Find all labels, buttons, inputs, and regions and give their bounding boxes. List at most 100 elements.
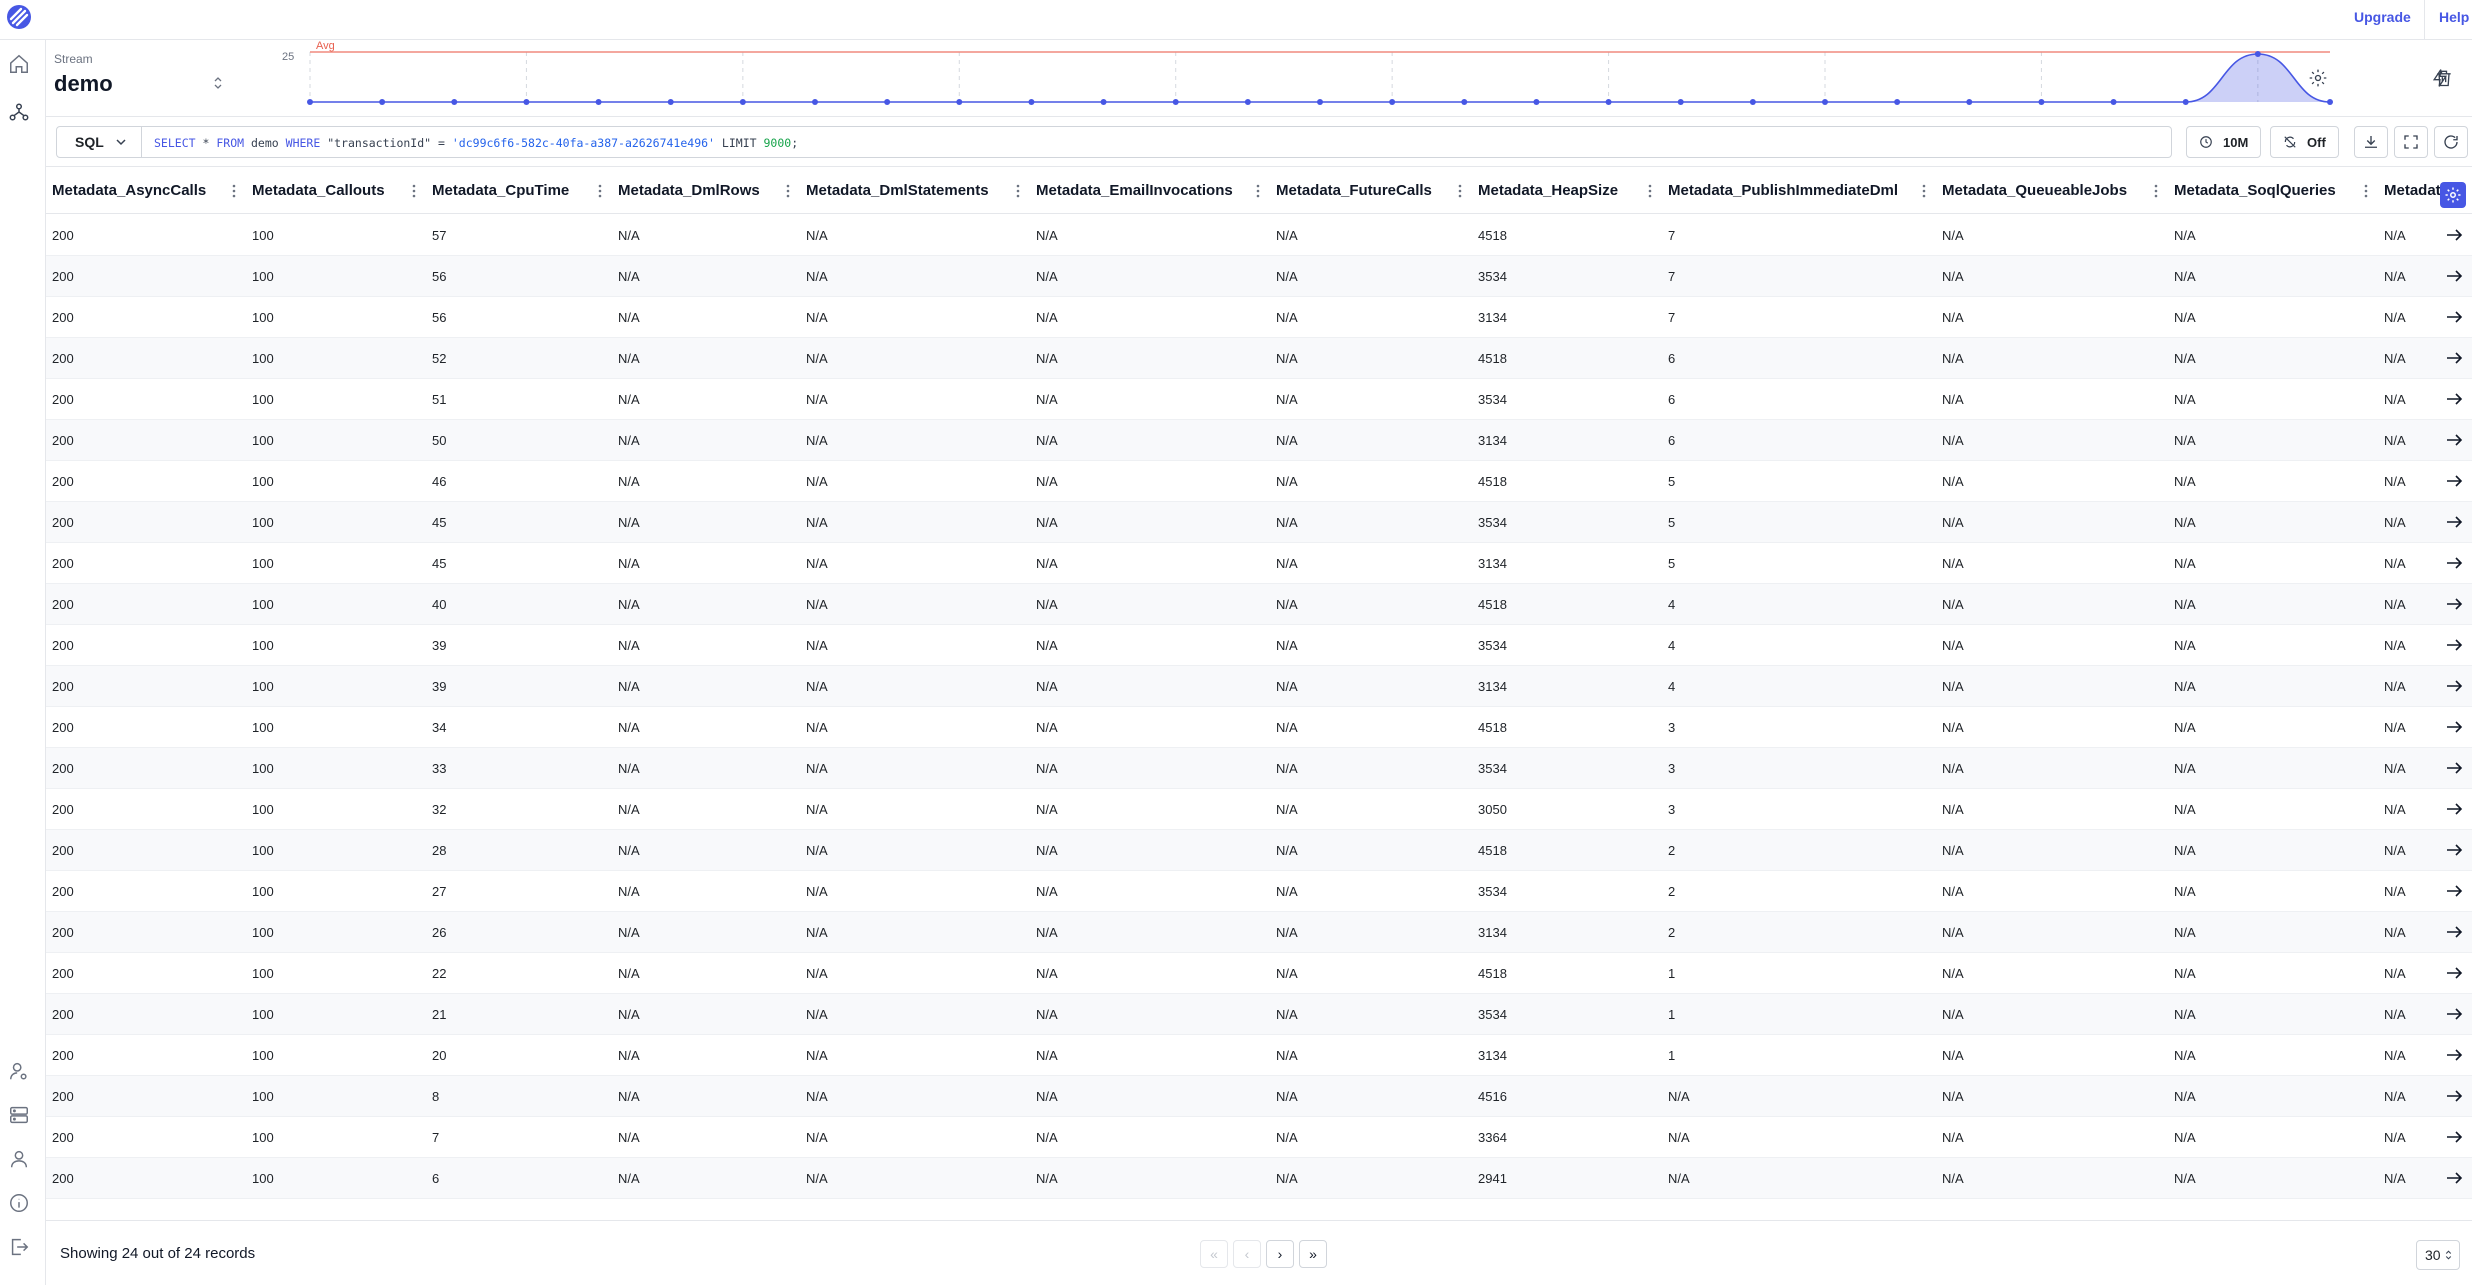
chart-point[interactable] [1028,99,1035,105]
column-header[interactable]: Metadata_DmlStatements [800,167,1030,214]
chart-point[interactable] [956,99,963,105]
chart-point[interactable] [523,99,530,105]
row-expand-arrow-icon[interactable] [2444,758,2464,778]
column-menu-icon[interactable] [1458,183,1462,199]
row-expand-arrow-icon[interactable] [2444,1045,2464,1065]
row-expand-arrow-icon[interactable] [2444,430,2464,450]
column-menu-icon[interactable] [232,183,236,199]
chevron-updown-icon[interactable] [212,76,224,90]
stream-settings-button[interactable] [2302,62,2334,94]
column-menu-icon[interactable] [1922,183,1926,199]
table-row[interactable]: 200 100 57 N/A N/A N/A N/A 4518 7 N/A N/A N/A [46,215,2472,256]
column-menu-icon[interactable] [412,183,416,199]
column-header[interactable]: Metadata_DmlRows [612,167,800,214]
row-expand-arrow-icon[interactable] [2444,553,2464,573]
chart-point[interactable] [451,99,458,105]
table-row[interactable]: 200 100 56 N/A N/A N/A N/A 3534 7 N/A N/A N/A [46,256,2472,297]
table-row[interactable]: 200 100 51 N/A N/A N/A N/A 3534 6 N/A N/A N/A [46,379,2472,420]
row-expand-arrow-icon[interactable] [2444,717,2464,737]
chart-point[interactable] [379,99,386,105]
table-row[interactable]: 200 100 39 N/A N/A N/A N/A 3534 4 N/A N/A N/A [46,625,2472,666]
chart-point[interactable] [884,99,891,105]
chart-point[interactable] [667,99,674,105]
user-settings-icon[interactable] [8,1060,30,1082]
download-button[interactable] [2354,126,2388,158]
row-expand-arrow-icon[interactable] [2444,1086,2464,1106]
chart-point[interactable] [2038,99,2045,105]
table-row[interactable]: 200 100 21 N/A N/A N/A N/A 3534 1 N/A N/A N/A [46,994,2472,1035]
chart-point[interactable] [1244,99,1251,105]
row-expand-arrow-icon[interactable] [2444,594,2464,614]
table-row[interactable]: 200 100 52 N/A N/A N/A N/A 4518 6 N/A N/A N/A [46,338,2472,379]
column-header[interactable]: Metadata_SoqlQueries [2168,167,2378,214]
row-expand-arrow-icon[interactable] [2444,963,2464,983]
chart-point[interactable] [2182,99,2189,105]
row-expand-arrow-icon[interactable] [2444,635,2464,655]
chart-point[interactable] [2110,99,2117,105]
table-row[interactable]: 200 100 33 N/A N/A N/A N/A 3534 3 N/A N/A N/A [46,748,2472,789]
row-expand-arrow-icon[interactable] [2444,1168,2464,1188]
chart-point[interactable] [595,99,602,105]
row-expand-arrow-icon[interactable] [2444,512,2464,532]
chart-point[interactable] [1533,99,1540,105]
chart-point[interactable] [1677,99,1684,105]
table-row[interactable]: 200 100 26 N/A N/A N/A N/A 3134 2 N/A N/A N/A [46,912,2472,953]
chart-point[interactable] [1461,99,1468,105]
info-icon[interactable] [8,1192,30,1214]
time-range-button[interactable]: 10M [2186,126,2262,158]
table-row[interactable]: 200 100 46 N/A N/A N/A N/A 4518 5 N/A N/A N/A [46,461,2472,502]
query-mode-select[interactable]: SQL [56,126,142,158]
table-row[interactable]: 200 100 7 N/A N/A N/A N/A 3364 N/A N/A N/A N/A [46,1117,2472,1158]
per-page-select[interactable]: 30 [2416,1240,2460,1270]
row-expand-arrow-icon[interactable] [2444,840,2464,860]
logout-icon[interactable] [8,1236,30,1258]
next-page-button[interactable]: › [1266,1240,1294,1268]
table-row[interactable]: 200 100 45 N/A N/A N/A N/A 3534 5 N/A N/A N/A [46,502,2472,543]
previous-page-button[interactable]: ‹ [1233,1240,1261,1268]
last-page-button[interactable]: » [1299,1240,1327,1268]
stream-info-button[interactable] [2466,62,2472,94]
table-row[interactable]: 200 100 6 N/A N/A N/A N/A 2941 N/A N/A N/A N/A [46,1158,2472,1199]
column-header[interactable]: Metadata_PublishImmediateDml [1662,167,1936,214]
stream-selector[interactable]: demo [54,71,113,97]
event-histogram-chart[interactable]: 25 Avg [226,40,2356,117]
column-menu-icon[interactable] [1016,183,1020,199]
chart-point[interactable] [1894,99,1901,105]
sql-query-input[interactable]: SELECT * FROM demo WHERE "transactionId"… [142,126,2172,158]
column-menu-icon[interactable] [2364,183,2368,199]
row-expand-arrow-icon[interactable] [2444,1004,2464,1024]
home-icon[interactable] [8,53,30,75]
row-expand-arrow-icon[interactable] [2444,225,2464,245]
chart-point[interactable] [1172,99,1179,105]
table-row[interactable]: 200 100 32 N/A N/A N/A N/A 3050 3 N/A N/A N/A [46,789,2472,830]
column-menu-icon[interactable] [598,183,602,199]
chart-point[interactable] [2327,99,2333,105]
row-expand-arrow-icon[interactable] [2444,348,2464,368]
table-row[interactable]: 200 100 8 N/A N/A N/A N/A 4516 N/A N/A N/A N/A [46,1076,2472,1117]
table-row[interactable]: 200 100 45 N/A N/A N/A N/A 3134 5 N/A N/A N/A [46,543,2472,584]
column-menu-icon[interactable] [1648,183,1652,199]
chart-point[interactable] [1605,99,1612,105]
first-page-button[interactable]: « [1200,1240,1228,1268]
row-expand-arrow-icon[interactable] [2444,881,2464,901]
auto-refresh-button[interactable]: Off [2270,126,2339,158]
column-menu-icon[interactable] [2154,183,2158,199]
chart-point[interactable] [739,99,746,105]
column-header[interactable]: Metadata_FutureCalls [1270,167,1472,214]
delete-stream-button[interactable] [2428,62,2460,94]
user-icon[interactable] [8,1148,30,1170]
chart-point[interactable] [1749,99,1756,105]
table-row[interactable]: 200 100 56 N/A N/A N/A N/A 3134 7 N/A N/A N/A [46,297,2472,338]
column-settings-button[interactable] [2440,182,2466,208]
column-header[interactable]: Metadata_QueueableJobs [1936,167,2168,214]
chart-point[interactable] [1389,99,1396,105]
upgrade-link[interactable]: Upgrade [2354,9,2411,25]
table-row[interactable]: 200 100 27 N/A N/A N/A N/A 3534 2 N/A N/A N/A [46,871,2472,912]
chart-point[interactable] [2254,51,2261,57]
table-row[interactable]: 200 100 20 N/A N/A N/A N/A 3134 1 N/A N/A N/A [46,1035,2472,1076]
row-expand-arrow-icon[interactable] [2444,471,2464,491]
row-expand-arrow-icon[interactable] [2444,676,2464,696]
chart-point[interactable] [307,99,313,105]
streams-icon[interactable] [8,101,30,123]
reload-button[interactable] [2434,126,2468,158]
